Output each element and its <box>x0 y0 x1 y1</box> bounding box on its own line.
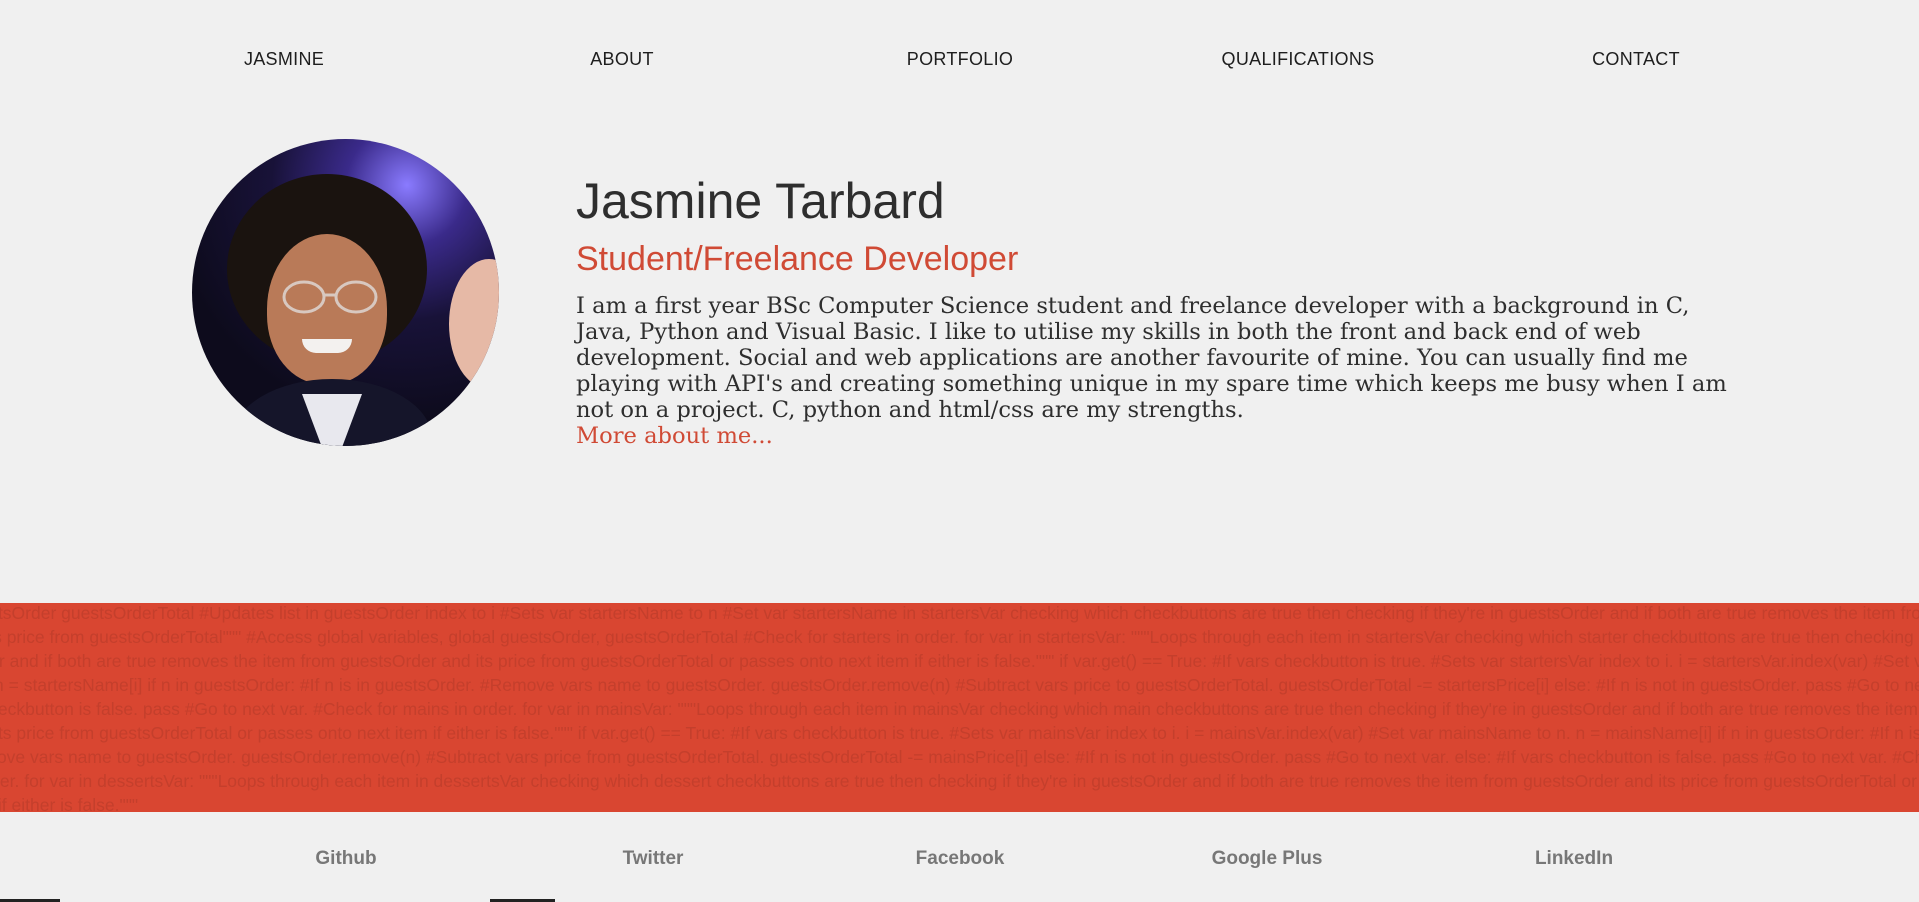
nav-brand-link[interactable]: JASMINE <box>244 49 324 70</box>
footer-link-facebook[interactable]: Facebook <box>916 848 1005 870</box>
nav-item-qualifications[interactable]: QUALIFICATIONS <box>1222 49 1375 70</box>
footer-link-github[interactable]: Github <box>315 848 376 870</box>
profile-bio: I am a first year BSc Computer Science s… <box>576 293 1727 423</box>
footer-link-google-plus[interactable]: Google Plus <box>1212 848 1323 870</box>
code-banner: guestsOrder guestsOrderTotal #Updates li… <box>0 603 1919 812</box>
avatar-smile <box>302 339 352 353</box>
footer: Github Twitter Facebook Google Plus Link… <box>0 812 1919 902</box>
nav-item-portfolio[interactable]: PORTFOLIO <box>907 49 1013 70</box>
footer-link-linkedin[interactable]: LinkedIn <box>1535 848 1613 870</box>
code-banner-text: guestsOrder guestsOrderTotal #Updates li… <box>0 603 1919 812</box>
profile-name: Jasmine Tarbard <box>576 173 945 229</box>
background-person <box>449 259 499 389</box>
profile-avatar <box>192 139 499 446</box>
footer-link-twitter[interactable]: Twitter <box>623 848 684 870</box>
glasses-icon <box>282 280 378 314</box>
nav-item-about[interactable]: ABOUT <box>590 49 654 70</box>
more-about-me-link[interactable]: More about me... <box>576 423 773 449</box>
profile-role: Student/Freelance Developer <box>576 240 1019 278</box>
nav-item-contact[interactable]: CONTACT <box>1592 49 1680 70</box>
top-navigation: JASMINE ABOUT PORTFOLIO QUALIFICATIONS C… <box>0 0 1919 120</box>
